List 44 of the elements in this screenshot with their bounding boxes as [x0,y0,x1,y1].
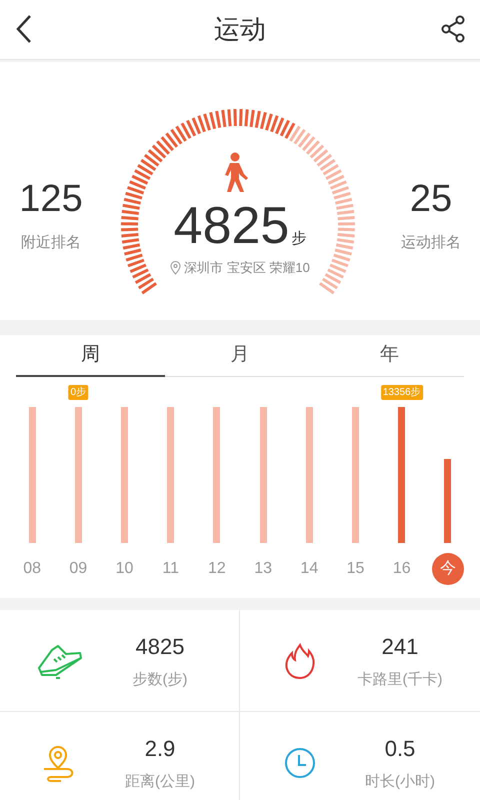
day-label[interactable]: 14 [300,553,318,585]
day-label[interactable]: 今 [432,553,464,585]
stat-label: 步数(步) [132,670,188,690]
day-label[interactable]: 10 [116,553,134,585]
day-label[interactable]: 11 [162,553,180,585]
day-label[interactable]: 13 [254,553,272,585]
day-label[interactable]: 16 [392,553,411,585]
page-title: 运动 [214,13,266,46]
step-unit: 步 [291,228,306,248]
period-tab[interactable]: 周 [16,335,166,377]
day-bar[interactable] [306,407,313,543]
step-tooltip: 13356步 [380,385,423,400]
stat-value: 0.5 [384,734,416,763]
period-tab[interactable]: 年 [314,335,464,376]
flame-icon [284,642,316,678]
day-label[interactable]: 15 [346,553,364,585]
step-count: 4825 [174,200,290,252]
period-tab[interactable]: 月 [165,335,315,376]
location-text: 深圳市 宝安区 荣耀10 [184,259,310,277]
day-bar[interactable] [444,459,452,543]
stat-label: 卡路里(千卡) [358,670,442,690]
day-bar[interactable] [28,407,36,543]
day-label[interactable]: 09 [69,553,88,585]
location-pin-icon [170,260,182,275]
day-bar[interactable] [167,407,174,543]
rank-label: 附近排名 [21,233,81,253]
stat-value: 2.9 [144,734,176,763]
day-label[interactable]: 08 [23,553,41,585]
day-bar[interactable] [260,407,267,543]
stat-label: 距离(公里) [125,772,195,792]
walking-person-icon [222,152,250,192]
stat-value: 4825 [136,632,184,661]
stat-value: 241 [382,632,418,661]
day-bar[interactable] [213,407,220,543]
day-bar[interactable] [352,407,360,543]
stat-label: 时长(小时) [365,772,435,792]
rank-label: 运动排名 [401,233,461,253]
share-icon[interactable] [440,15,466,43]
day-label[interactable]: 12 [208,553,226,585]
rank-value: 125 [19,180,83,218]
rank-value: 25 [410,180,452,218]
clock-icon [284,746,316,778]
step-tooltip: 0步 [68,385,88,400]
back-icon[interactable] [14,14,34,44]
